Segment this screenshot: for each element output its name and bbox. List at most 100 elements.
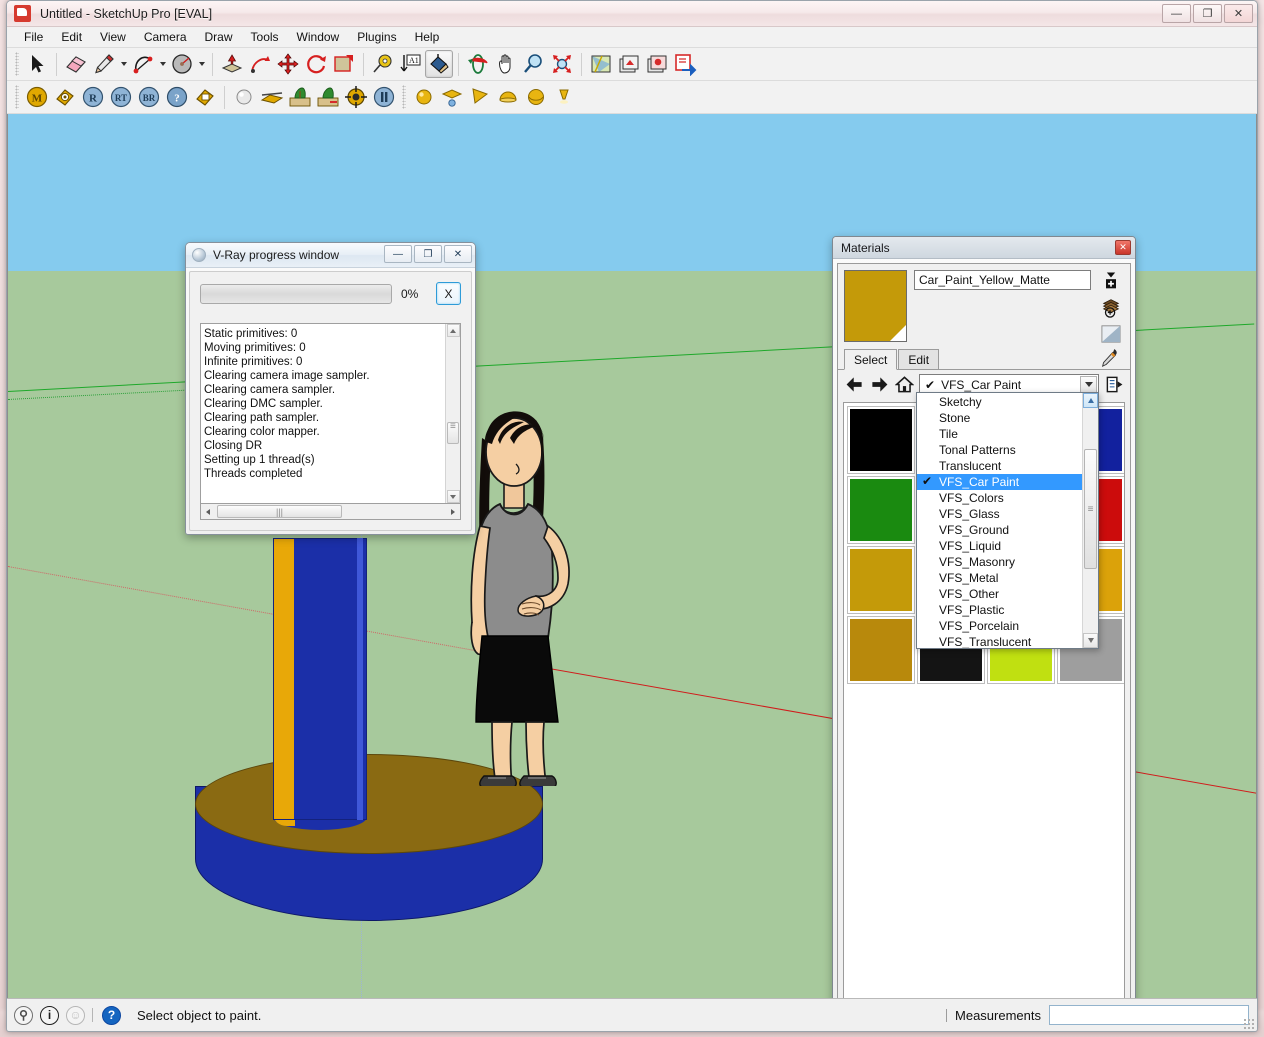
zoom-extents-tool[interactable] bbox=[548, 50, 576, 78]
toolbar-grip[interactable] bbox=[15, 85, 19, 109]
horizontal-scroll-thumb[interactable]: ||| bbox=[217, 505, 342, 518]
info-icon[interactable]: i bbox=[40, 1005, 59, 1025]
menu-help[interactable]: Help bbox=[406, 28, 449, 46]
dropdown-scrollbar[interactable]: ≡ bbox=[1082, 393, 1098, 648]
arc-tool-dropdown[interactable] bbox=[157, 50, 168, 78]
menu-file[interactable]: File bbox=[15, 28, 52, 46]
arrow-right-icon[interactable] bbox=[869, 375, 889, 395]
vray-infinite-plane[interactable] bbox=[258, 83, 286, 111]
dropdown-item-vfs-plastic[interactable]: VFS_Plastic bbox=[917, 602, 1082, 618]
dropdown-item-vfs-liquid[interactable]: VFS_Liquid bbox=[917, 538, 1082, 554]
dropdown-item-vfs-porcelain[interactable]: VFS_Porcelain bbox=[917, 618, 1082, 634]
window-resize-grip[interactable] bbox=[1243, 1018, 1255, 1030]
dropdown-item-vfs-translucent[interactable]: VFS_Translucent bbox=[917, 634, 1082, 648]
model-column-highlight[interactable] bbox=[357, 538, 363, 820]
create-material-icon[interactable] bbox=[1100, 270, 1122, 290]
material-name-input[interactable] bbox=[914, 270, 1091, 290]
add-location-tool[interactable] bbox=[587, 50, 615, 78]
vray-log-horizontal-scrollbar[interactable]: ||| bbox=[200, 504, 461, 520]
vray-pause[interactable] bbox=[370, 83, 398, 111]
car-paint-yellow[interactable] bbox=[850, 549, 912, 611]
tab-select[interactable]: Select bbox=[844, 349, 898, 370]
vray-render-rt[interactable]: RT bbox=[107, 83, 135, 111]
cancel-render-button[interactable]: X bbox=[436, 282, 461, 305]
vray-batch-render[interactable]: BR bbox=[135, 83, 163, 111]
home-icon[interactable] bbox=[894, 375, 914, 395]
vray-proxy-import[interactable] bbox=[286, 83, 314, 111]
scroll-down-arrow-icon[interactable] bbox=[1083, 633, 1098, 648]
omni-light[interactable] bbox=[410, 83, 438, 111]
vray-options[interactable] bbox=[51, 83, 79, 111]
dropdown-item-vfs-ground[interactable]: VFS_Ground bbox=[917, 522, 1082, 538]
vray-log-vertical-scrollbar[interactable] bbox=[445, 324, 460, 503]
eraser-tool[interactable] bbox=[62, 50, 90, 78]
line-tool-dropdown[interactable] bbox=[118, 50, 129, 78]
vray-sphere-light[interactable] bbox=[230, 83, 258, 111]
menu-draw[interactable]: Draw bbox=[196, 28, 242, 46]
model-column[interactable] bbox=[273, 538, 367, 820]
help-question-icon[interactable]: ? bbox=[102, 1005, 121, 1025]
dropdown-item-vfs-colors[interactable]: VFS_Colors bbox=[917, 490, 1082, 506]
spot-light[interactable] bbox=[466, 83, 494, 111]
shapes-tool[interactable] bbox=[168, 50, 196, 78]
dropdown-item-tile[interactable]: Tile bbox=[917, 426, 1082, 442]
vray-frame-buffer[interactable] bbox=[191, 83, 219, 111]
push-pull-tool[interactable] bbox=[218, 50, 246, 78]
menu-tools[interactable]: Tools bbox=[242, 28, 288, 46]
materials-close-button[interactable]: ✕ bbox=[1115, 240, 1131, 255]
eyedropper-icon[interactable] bbox=[1098, 348, 1120, 368]
scroll-up-arrow-icon[interactable] bbox=[446, 324, 460, 337]
vray-log-list[interactable]: Static primitives: 0 Moving primitives: … bbox=[201, 324, 445, 503]
vray-proxy-export[interactable] bbox=[314, 83, 342, 111]
follow-me-tool[interactable] bbox=[246, 50, 274, 78]
dropdown-item-tonal-patterns[interactable]: Tonal Patterns bbox=[917, 442, 1082, 458]
text-tool[interactable]: A1 bbox=[397, 50, 425, 78]
dropdown-item-vfs-glass[interactable]: VFS_Glass bbox=[917, 506, 1082, 522]
car-paint-green-2[interactable] bbox=[850, 479, 912, 541]
measurements-input[interactable] bbox=[1049, 1005, 1249, 1025]
shapes-tool-dropdown[interactable] bbox=[196, 50, 207, 78]
photo-texture-tool[interactable] bbox=[615, 50, 643, 78]
close-button[interactable]: ✕ bbox=[1224, 4, 1253, 23]
move-tool[interactable] bbox=[274, 50, 302, 78]
display-secondary-icon[interactable] bbox=[1100, 324, 1122, 344]
rectangle-light[interactable] bbox=[438, 83, 466, 111]
material-swatch[interactable] bbox=[847, 406, 915, 474]
person-credits-icon[interactable]: ☺ bbox=[66, 1005, 85, 1025]
dropdown-scroll-thumb[interactable]: ≡ bbox=[1084, 449, 1097, 569]
car-paint-black[interactable] bbox=[850, 409, 912, 471]
menu-plugins[interactable]: Plugins bbox=[348, 28, 405, 46]
vray-progress-window[interactable]: V-Ray progress window — ❐ ✕ 0% X Static … bbox=[185, 242, 476, 535]
collection-dropdown-list[interactable]: Sketchy Stone Tile Tonal Patterns Transl… bbox=[916, 392, 1099, 649]
ies-light[interactable] bbox=[550, 83, 578, 111]
scroll-up-arrow-icon[interactable] bbox=[1083, 393, 1098, 408]
dropdown-item-vfs-other[interactable]: VFS_Other bbox=[917, 586, 1082, 602]
maximize-button[interactable]: ❐ bbox=[1193, 4, 1222, 23]
chevron-down-icon[interactable] bbox=[1080, 376, 1097, 393]
sample-paint-stack-icon[interactable] bbox=[1100, 296, 1122, 318]
vertical-scroll-thumb[interactable] bbox=[447, 421, 459, 444]
sphere-light[interactable] bbox=[522, 83, 550, 111]
arrow-left-icon[interactable] bbox=[844, 375, 864, 395]
tab-edit[interactable]: Edit bbox=[898, 349, 940, 369]
material-swatch[interactable] bbox=[847, 476, 915, 544]
vray-material-editor[interactable]: M bbox=[23, 83, 51, 111]
orbit-tool[interactable] bbox=[464, 50, 492, 78]
details-flyout-icon[interactable] bbox=[1104, 375, 1124, 395]
vray-close-button[interactable]: ✕ bbox=[444, 245, 472, 263]
dropdown-item-vfs-masonry[interactable]: VFS_Masonry bbox=[917, 554, 1082, 570]
material-swatch[interactable] bbox=[847, 616, 915, 684]
menu-camera[interactable]: Camera bbox=[135, 28, 196, 46]
share-model-tool[interactable] bbox=[671, 50, 699, 78]
zoom-tool[interactable] bbox=[520, 50, 548, 78]
vray-render[interactable]: R bbox=[79, 83, 107, 111]
vray-help[interactable]: ? bbox=[163, 83, 191, 111]
minimize-button[interactable]: — bbox=[1162, 4, 1191, 23]
scroll-down-arrow-icon[interactable] bbox=[446, 490, 460, 503]
dropdown-item-vfs-car-paint[interactable]: ✔ VFS_Car Paint bbox=[917, 474, 1082, 490]
dropdown-item-vfs-metal[interactable]: VFS_Metal bbox=[917, 570, 1082, 586]
vray-minimize-button[interactable]: — bbox=[384, 245, 412, 263]
car-paint-yellow-matte[interactable] bbox=[850, 619, 912, 681]
material-swatch[interactable] bbox=[847, 546, 915, 614]
tape-measure-tool[interactable] bbox=[369, 50, 397, 78]
